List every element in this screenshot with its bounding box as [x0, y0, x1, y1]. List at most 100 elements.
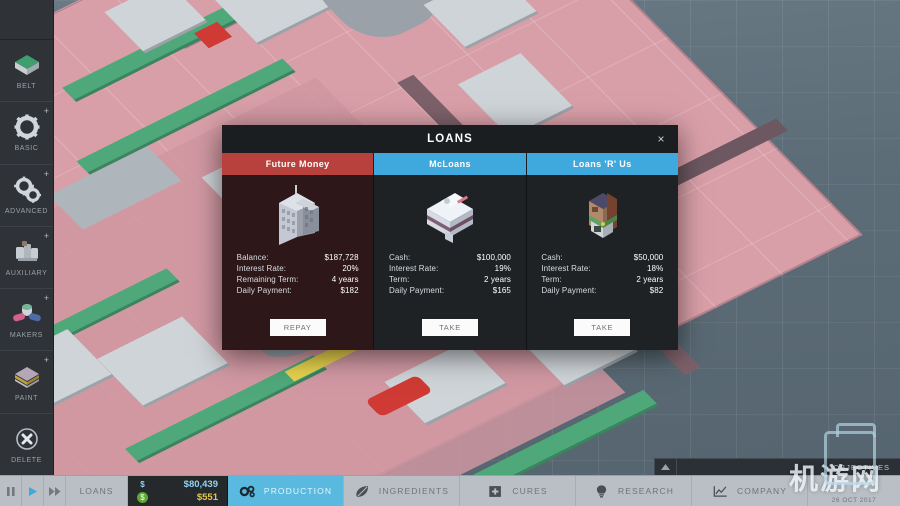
fast-forward-icon: [49, 487, 61, 496]
sidebar-item-auxiliary[interactable]: + AUXILIARY: [0, 227, 53, 289]
stat-value: $100,000: [477, 252, 511, 263]
stat-value: $82: [650, 285, 664, 296]
stat-key: Balance:: [237, 252, 269, 263]
play-button[interactable]: [22, 476, 44, 506]
belt-icon: [12, 51, 42, 79]
game-screen: BELT + BASIC +: [0, 0, 900, 506]
pause-icon: [7, 487, 15, 496]
bank-artwork: [259, 181, 337, 249]
loans-button[interactable]: LOANS: [66, 476, 128, 506]
stat-key: Daily Payment:: [541, 285, 596, 296]
fast-forward-button[interactable]: [44, 476, 66, 506]
bank-artwork: [563, 181, 641, 249]
loan-stats: Cash: $100,000 Interest Rate: 19% Term: …: [389, 252, 511, 296]
stat-value: $187,728: [324, 252, 358, 263]
bottom-taskbar: LOANS $ $80,439 $ $551 PRODUCTION: [0, 475, 900, 506]
tab-cures[interactable]: CURES: [460, 476, 576, 506]
stat-row: Interest Rate: 19%: [389, 263, 511, 274]
tab-label: RESEARCH: [618, 486, 674, 496]
loans-dialog: LOANS × Future Money McLoans Loans 'R' U…: [222, 125, 678, 350]
cash-row: $ $80,439: [137, 479, 218, 490]
tab-research[interactable]: RESEARCH: [576, 476, 692, 506]
loan-panel-future-money: Balance: $187,728 Interest Rate: 20% Rem…: [222, 175, 373, 350]
stat-row: Interest Rate: 18%: [541, 263, 663, 274]
leaf-icon: [354, 484, 371, 499]
gears-icon: [239, 484, 256, 499]
shop-building-icon: [563, 183, 641, 247]
sidebar-item-delete[interactable]: DELETE: [0, 414, 53, 475]
stat-value: 4 years: [332, 274, 359, 285]
loan-provider-tabs: Future Money McLoans Loans 'R' Us: [222, 153, 678, 175]
loan-stats: Balance: $187,728 Interest Rate: 20% Rem…: [237, 252, 359, 296]
stat-row: Interest Rate: 20%: [237, 263, 359, 274]
profit-row: $ $551: [137, 492, 218, 503]
sidebar-item-label: BASIC: [14, 145, 38, 152]
stat-key: Interest Rate:: [237, 263, 286, 274]
stat-row: Cash: $100,000: [389, 252, 511, 263]
skyscraper-icon: [259, 183, 337, 247]
take-loan-button[interactable]: TAKE: [422, 319, 478, 336]
auxiliary-icon: [12, 238, 42, 266]
stat-key: Daily Payment:: [237, 285, 292, 296]
tab-production[interactable]: PRODUCTION: [228, 476, 344, 506]
stat-value: 2 years: [636, 274, 663, 285]
tab-label: COMPANY: [737, 486, 787, 496]
tab-future-money[interactable]: Future Money: [222, 153, 373, 175]
pause-button[interactable]: [0, 476, 22, 506]
stat-key: Interest Rate:: [541, 263, 590, 274]
stat-key: Term:: [389, 274, 410, 285]
chevron-up-glyph: [661, 464, 670, 471]
stat-row: Term: 2 years: [389, 274, 511, 285]
cash-value: $80,439: [184, 479, 218, 490]
stat-row: Daily Payment: $82: [541, 285, 663, 296]
loan-panel-mcloans: Cash: $100,000 Interest Rate: 19% Term: …: [374, 175, 525, 350]
add-icon: +: [44, 232, 49, 241]
dialog-title-bar: LOANS ×: [222, 125, 678, 153]
tab-label: PRODUCTION: [264, 486, 332, 496]
bank-building-icon: [411, 183, 489, 247]
gear-icon: [12, 113, 42, 141]
tab-ingredients[interactable]: INGREDIENTS: [344, 476, 460, 506]
sidebar-item-paint[interactable]: + PAINT: [0, 351, 53, 413]
take-loan-button[interactable]: TAKE: [574, 319, 630, 336]
build-sidebar: BELT + BASIC +: [0, 40, 54, 475]
dollar-icon: $: [137, 479, 148, 490]
tab-label: CURES: [512, 486, 547, 496]
stat-value: 2 years: [484, 274, 511, 285]
stat-key: Daily Payment:: [389, 285, 444, 296]
sidebar-item-advanced[interactable]: + ADVANCED: [0, 165, 53, 227]
sidebar-item-belt[interactable]: BELT: [0, 40, 53, 102]
stat-row: Term: 2 years: [541, 274, 663, 285]
page-title: LOANS: [427, 133, 473, 145]
paint-icon: [12, 363, 42, 391]
stat-value: 19%: [495, 263, 511, 274]
stat-key: Term:: [541, 274, 562, 285]
close-icon[interactable]: ×: [654, 132, 668, 146]
sidebar-item-basic[interactable]: + BASIC: [0, 102, 53, 164]
stat-value: 18%: [647, 263, 663, 274]
stat-value: $182: [340, 285, 358, 296]
play-icon: [29, 487, 37, 496]
plus-box-icon: [487, 484, 504, 499]
delete-icon: [12, 425, 42, 453]
profit-value: $551: [197, 492, 218, 503]
repay-button[interactable]: REPAY: [270, 319, 326, 336]
chevron-up-icon[interactable]: [655, 459, 677, 475]
objectives-bar[interactable]: OBJECTIVES: [654, 458, 900, 475]
tab-company[interactable]: COMPANY: [692, 476, 808, 506]
sidebar-item-label: BELT: [17, 83, 36, 90]
tab-mcloans[interactable]: McLoans: [374, 153, 525, 175]
stat-value: $165: [493, 285, 511, 296]
bank-artwork: [411, 181, 489, 249]
money-panel: $ $80,439 $ $551: [128, 476, 228, 506]
sidebar-item-label: ADVANCED: [5, 208, 48, 215]
objectives-label: OBJECTIVES: [677, 463, 900, 472]
tab-label: INGREDIENTS: [379, 486, 449, 496]
chart-icon: [712, 484, 729, 499]
loan-stats: Cash: $50,000 Interest Rate: 18% Term: 2…: [541, 252, 663, 296]
sidebar-item-makers[interactable]: + MAKERS: [0, 289, 53, 351]
tab-loans-r-us[interactable]: Loans 'R' Us: [527, 153, 678, 175]
add-icon: +: [44, 294, 49, 303]
stat-row: Balance: $187,728: [237, 252, 359, 263]
bulb-icon: [593, 484, 610, 499]
